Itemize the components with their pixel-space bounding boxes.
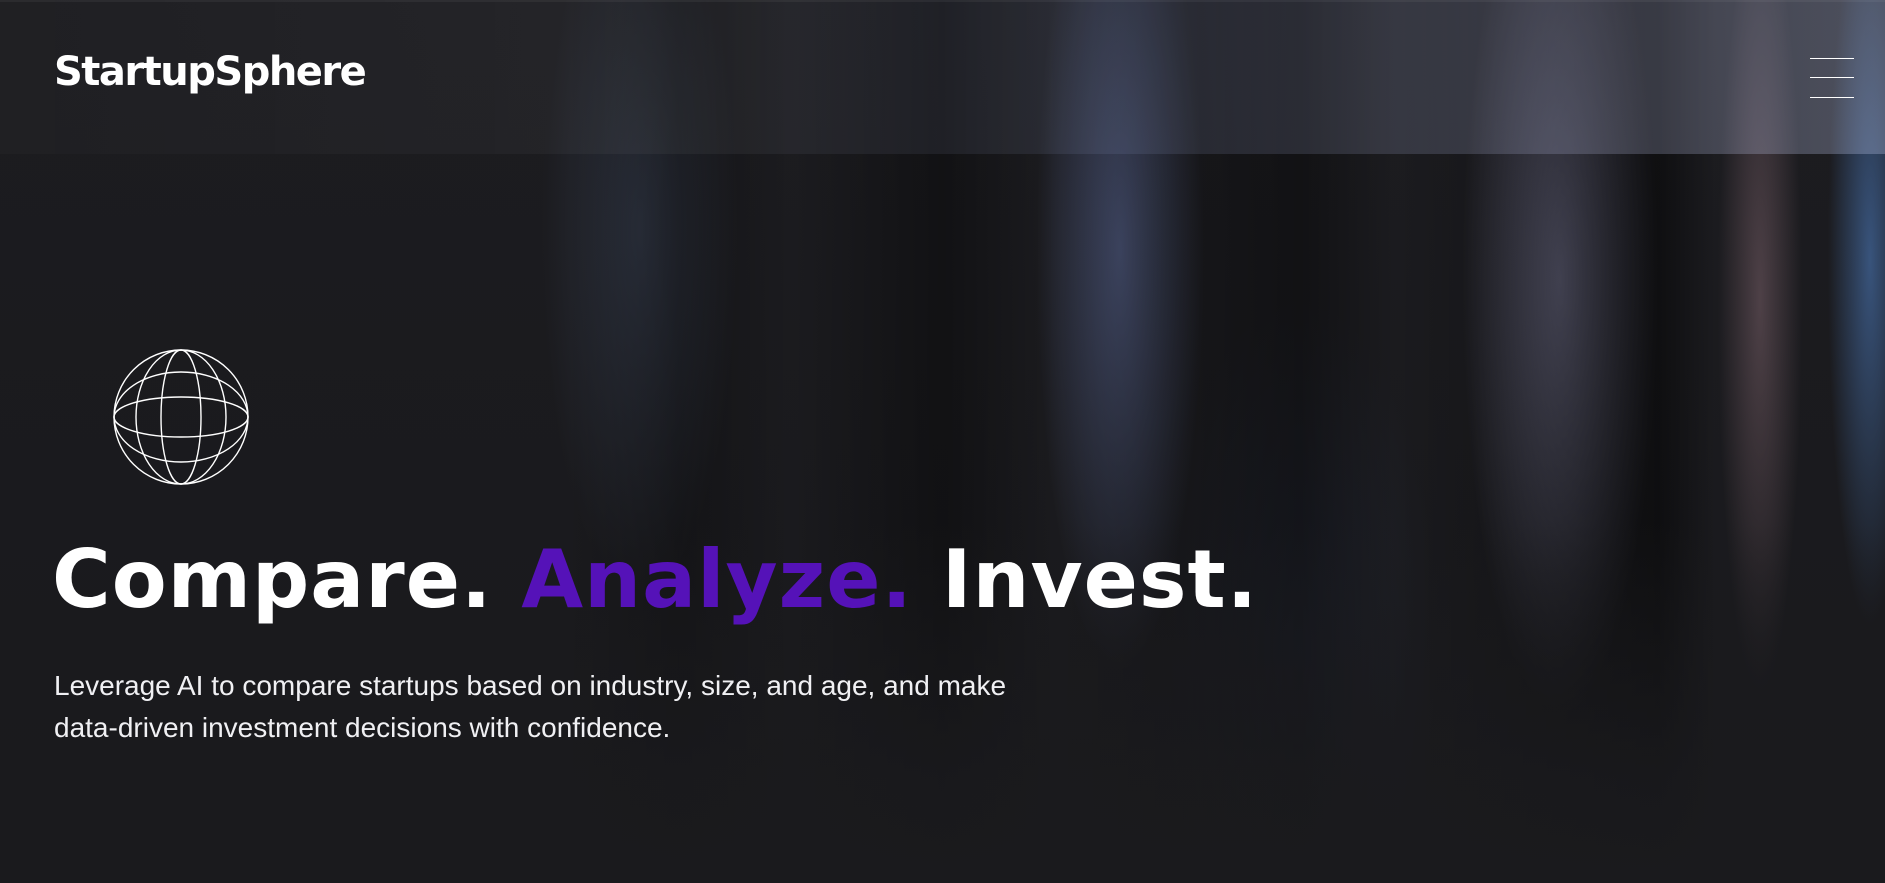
hamburger-menu-icon[interactable] xyxy=(1806,54,1854,102)
headline-word-compare: Compare. xyxy=(52,533,493,626)
headline-word-invest: Invest. xyxy=(941,533,1259,626)
menu-line-top xyxy=(1810,58,1854,59)
hero-subtitle: Leverage AI to compare startups based on… xyxy=(54,670,1007,743)
site-header: StartupSphere xyxy=(0,0,1885,154)
menu-line-middle xyxy=(1810,77,1854,78)
globe-icon xyxy=(113,349,249,485)
headline-word-analyze: Analyze. xyxy=(521,533,913,626)
menu-line-bottom xyxy=(1810,97,1854,98)
hero-headline: Compare. Analyze. Invest. xyxy=(52,540,1258,620)
brand-logo[interactable]: StartupSphere xyxy=(54,52,367,92)
